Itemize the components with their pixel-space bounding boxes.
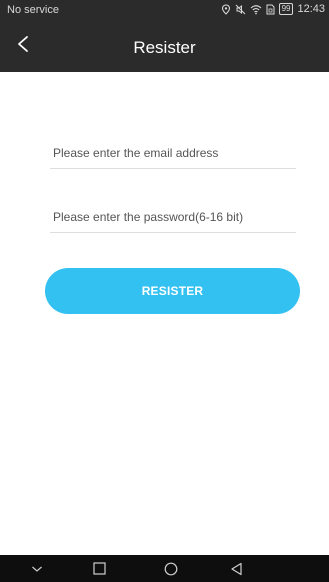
- battery-icon: 99: [278, 3, 294, 15]
- sim-icon: [266, 4, 275, 14]
- square-icon: [92, 562, 106, 575]
- nav-hide-button[interactable]: [17, 555, 57, 582]
- status-icons: 99 12:43: [221, 3, 325, 15]
- password-field[interactable]: [50, 202, 299, 232]
- nav-home-button[interactable]: [151, 555, 191, 582]
- register-button[interactable]: RESISTER: [45, 268, 300, 314]
- clock: 12:43: [297, 3, 325, 15]
- password-field-wrapper: [50, 202, 299, 233]
- circle-icon: [164, 562, 178, 575]
- nav-back-button[interactable]: [216, 555, 256, 582]
- top-bar: No service 99 12:43 Resister: [0, 0, 329, 72]
- email-field-wrapper: [50, 138, 299, 169]
- mute-icon: [235, 4, 245, 14]
- chevron-down-icon: [32, 566, 42, 572]
- header: Resister: [0, 22, 329, 72]
- wifi-icon: [250, 4, 261, 14]
- nav-recents-button[interactable]: [79, 555, 119, 582]
- email-field[interactable]: [50, 138, 299, 168]
- location-icon: [221, 3, 230, 15]
- status-bar: No service 99 12:43: [0, 0, 329, 22]
- triangle-back-icon: [230, 562, 242, 575]
- page-title: Resister: [133, 38, 196, 57]
- system-nav-bar: [0, 555, 329, 582]
- register-screen: No service 99 12:43 Resister Please ente…: [0, 0, 329, 582]
- carrier-label: No service: [7, 4, 59, 16]
